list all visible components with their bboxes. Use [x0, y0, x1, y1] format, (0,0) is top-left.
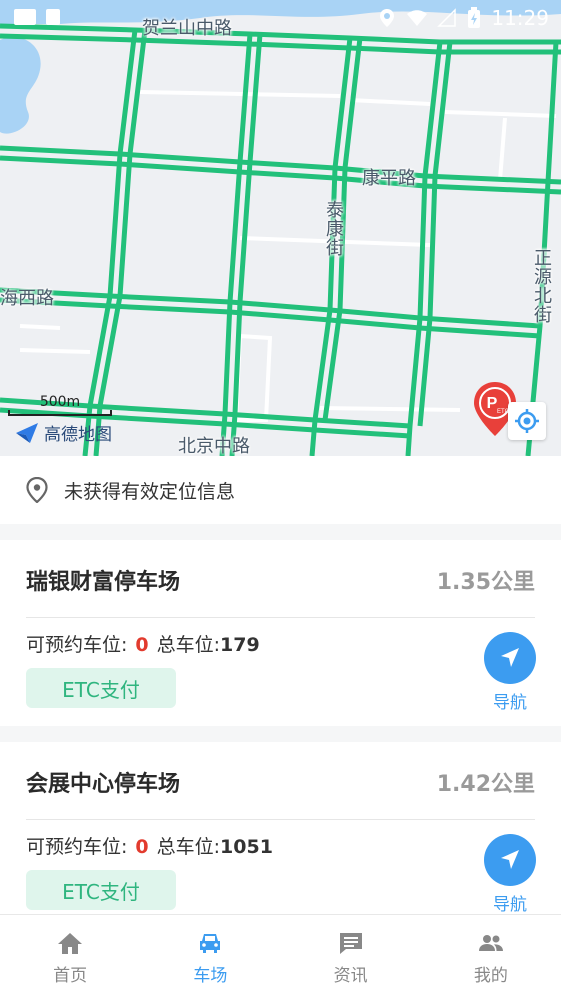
navigate-label[interactable]: 导航	[484, 890, 536, 914]
people-icon	[478, 935, 503, 951]
bottom-tab-bar: 首页 车场 资讯 我的	[0, 914, 561, 999]
home-icon	[58, 933, 83, 954]
total-count: 179	[220, 634, 260, 656]
total-label: 总车位:	[156, 634, 221, 656]
map-view[interactable]: 贺兰山中路 康平路 泰康街 正源北街 海西路 北京中路 11:29 500m 高…	[0, 0, 561, 456]
etc-payment-tag: ETC支付	[26, 870, 176, 910]
road-label-kangping: 康平路	[362, 168, 416, 189]
road-label-zhengyuan: 正源北街	[531, 248, 552, 324]
location-info-bar: 未获得有效定位信息	[0, 456, 561, 524]
parking-spaces-info: 可预约车位: 0 总车位:179	[26, 630, 260, 657]
signal-icon	[437, 8, 457, 27]
card-divider	[26, 819, 535, 820]
status-time: 11:29	[491, 6, 549, 30]
tab-label: 我的	[473, 966, 508, 986]
parking-lot-card[interactable]: 会展中心停车场 1.42公里 可预约车位: 0 总车位:1051 ETC支付 导航	[0, 742, 561, 914]
tab-profile[interactable]: 我的	[421, 915, 561, 999]
total-count: 1051	[220, 836, 273, 858]
road-label-beijing: 北京中路	[178, 436, 250, 456]
car-icon	[200, 934, 221, 953]
svg-text:P: P	[487, 395, 498, 412]
message-icon	[339, 933, 362, 954]
card-divider	[26, 617, 535, 618]
amap-logo-icon	[16, 422, 38, 443]
available-label: 可预约车位:	[26, 836, 128, 858]
amap-logo: 高德地图	[14, 420, 112, 445]
available-count: 0	[135, 634, 149, 656]
navigate-label[interactable]: 导航	[484, 688, 536, 713]
parking-spaces-info: 可预约车位: 0 总车位:1051	[26, 832, 273, 859]
amap-logo-text: 高德地图	[44, 425, 112, 445]
map-pin-icon	[26, 477, 48, 503]
available-count: 0	[135, 836, 149, 858]
tab-home[interactable]: 首页	[0, 915, 140, 999]
available-label: 可预约车位:	[26, 634, 128, 656]
tab-news[interactable]: 资讯	[281, 915, 421, 999]
parking-lot-name: 会展中心停车场	[26, 772, 181, 797]
navigation-arrow-icon	[501, 648, 519, 667]
etc-payment-tag: ETC支付	[26, 668, 176, 708]
status-bar: 11:29	[0, 0, 561, 38]
scale-text: 500m	[39, 394, 81, 410]
scale-bar	[8, 410, 112, 416]
navigate-button[interactable]	[484, 834, 536, 886]
wifi-icon	[407, 10, 428, 26]
tab-label: 首页	[53, 966, 88, 986]
crosshair-icon	[515, 409, 539, 433]
notification-icons	[14, 9, 60, 25]
locate-button[interactable]	[508, 402, 546, 440]
notification-icon	[14, 9, 36, 25]
parking-lot-card[interactable]: 瑞银财富停车场 1.35公里 可预约车位: 0 总车位:179 ETC支付 导航	[0, 540, 561, 726]
battery-icon	[468, 7, 481, 28]
tab-label: 资讯	[333, 966, 368, 986]
navigate-button[interactable]	[484, 632, 536, 684]
road-label-haixi: 海西路	[0, 288, 54, 309]
tab-parking[interactable]: 车场	[140, 915, 280, 999]
parking-lot-distance: 1.35公里	[436, 570, 535, 595]
tab-label: 车场	[193, 966, 228, 986]
notification-icon	[46, 9, 60, 25]
location-status-text: 未获得有效定位信息	[64, 480, 236, 503]
map-scale: 500m	[8, 394, 112, 416]
navigation-arrow-icon	[501, 850, 519, 869]
location-status-icon	[380, 9, 395, 27]
parking-lot-name: 瑞银财富停车场	[26, 570, 181, 595]
road-label-taikang: 泰康街	[323, 200, 344, 257]
total-label: 总车位:	[156, 836, 221, 858]
parking-lot-distance: 1.42公里	[436, 772, 535, 797]
